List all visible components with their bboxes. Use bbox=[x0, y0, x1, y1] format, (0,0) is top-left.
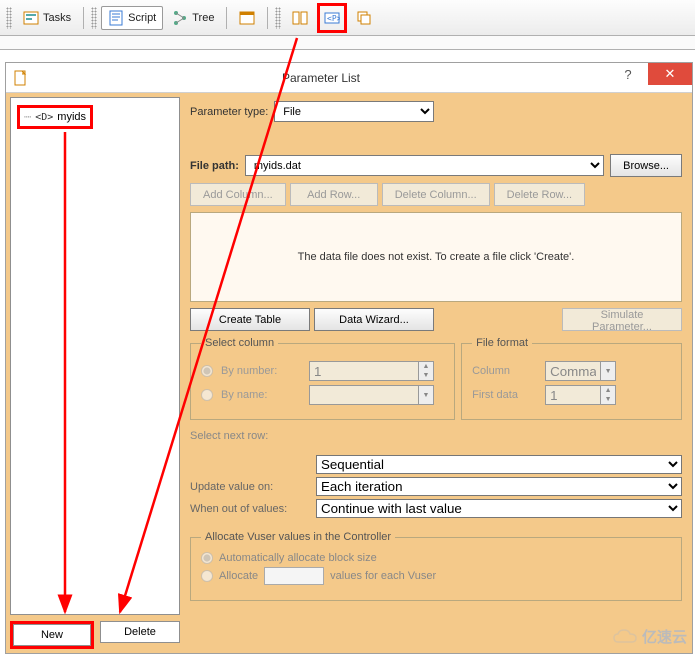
tasks-label: Tasks bbox=[43, 12, 71, 24]
toolbar-grip bbox=[275, 7, 281, 29]
next-row-select[interactable]: Sequential bbox=[316, 455, 682, 474]
file-path-label: File path: bbox=[190, 160, 239, 172]
tree-button[interactable]: Tree bbox=[165, 6, 221, 30]
main-toolbar: Tasks Script Tree <P> bbox=[0, 0, 695, 36]
add-row-button: Add Row... bbox=[290, 183, 378, 206]
separator bbox=[83, 7, 84, 29]
dialog-title: Parameter List bbox=[34, 71, 608, 85]
view-button-3[interactable] bbox=[349, 6, 379, 30]
by-name-input bbox=[309, 385, 419, 405]
parameter-list-toolbar-highlight: <P> bbox=[317, 3, 347, 33]
browse-button[interactable]: Browse... bbox=[610, 154, 682, 177]
delete-column-button: Delete Column... bbox=[382, 183, 490, 206]
param-type-label: Parameter type: bbox=[190, 106, 268, 118]
dropdown-icon: ▼ bbox=[419, 386, 433, 404]
allocate-legend: Allocate Vuser values in the Controller bbox=[201, 531, 395, 543]
manual-allocate-radio bbox=[201, 570, 213, 582]
tree-connector: ┈ bbox=[24, 110, 31, 124]
separator bbox=[267, 7, 268, 29]
close-button[interactable]: ✕ bbox=[648, 63, 692, 85]
data-msg: The data file does not exist. To create … bbox=[298, 251, 575, 263]
down-arrow-icon: ▼ bbox=[601, 395, 615, 404]
help-button[interactable]: ? bbox=[608, 63, 648, 85]
update-on-label: Update value on: bbox=[190, 481, 310, 493]
update-on-select[interactable]: Each iteration bbox=[316, 477, 682, 496]
up-arrow-icon: ▲ bbox=[601, 386, 615, 395]
select-next-row-label: Select next row: bbox=[190, 430, 682, 442]
file-format-fieldset: File format Column ▼ First data ▲▼ bbox=[461, 337, 682, 420]
parameter-list-button[interactable]: <P> bbox=[321, 6, 343, 30]
titlebar: Parameter List ? ✕ bbox=[6, 63, 692, 93]
create-table-button[interactable]: Create Table bbox=[190, 308, 310, 331]
new-button-highlight: New bbox=[10, 621, 94, 649]
param-tag-icon: <D> bbox=[35, 112, 53, 123]
by-number-spinner: ▲▼ bbox=[309, 361, 434, 381]
out-of-values-label: When out of values: bbox=[190, 503, 310, 515]
up-arrow-icon: ▲ bbox=[419, 362, 433, 371]
tree-icon bbox=[172, 10, 188, 26]
parameter-tree[interactable]: ┈ <D> myids bbox=[10, 97, 180, 615]
tasks-button[interactable]: Tasks bbox=[16, 6, 78, 30]
column-delimiter-select: ▼ bbox=[545, 361, 616, 381]
by-name-select: ▼ bbox=[309, 385, 434, 405]
allocate-qty-input bbox=[264, 567, 324, 585]
add-column-button: Add Column... bbox=[190, 183, 286, 206]
script-label: Script bbox=[128, 12, 156, 24]
data-wizard-button[interactable]: Data Wizard... bbox=[314, 308, 434, 331]
right-panel: Parameter type: File File path: myids.da… bbox=[184, 97, 688, 649]
new-button[interactable]: New bbox=[13, 624, 91, 646]
separator bbox=[226, 7, 227, 29]
manual-allocate-label: Allocate bbox=[219, 570, 258, 582]
parameter-list-dialog: Parameter List ? ✕ ┈ <D> myids New bbox=[5, 62, 693, 654]
dropdown-icon: ▼ bbox=[601, 362, 615, 380]
file-path-select[interactable]: myids.dat bbox=[245, 155, 604, 176]
select-column-legend: Select column bbox=[201, 337, 278, 349]
view-button-2[interactable] bbox=[285, 6, 315, 30]
toolbar-grip bbox=[91, 7, 97, 29]
sub-bar bbox=[0, 36, 695, 50]
script-button[interactable]: Script bbox=[101, 6, 163, 30]
copy-icon bbox=[356, 10, 372, 26]
by-number-radio bbox=[201, 365, 213, 377]
watermark: 亿速云 bbox=[612, 626, 687, 647]
delete-button[interactable]: Delete bbox=[100, 621, 180, 643]
delete-row-button: Delete Row... bbox=[494, 183, 585, 206]
parameter-name[interactable]: myids bbox=[57, 111, 86, 123]
parameter-item-highlight: ┈ <D> myids bbox=[17, 105, 93, 129]
auto-allocate-radio bbox=[201, 552, 213, 564]
file-format-legend: File format bbox=[472, 337, 532, 349]
auto-allocate-label: Automatically allocate block size bbox=[219, 552, 377, 564]
split-icon bbox=[292, 10, 308, 26]
column-delimiter-input bbox=[545, 361, 601, 381]
by-number-label: By number: bbox=[221, 365, 301, 377]
down-arrow-icon: ▼ bbox=[419, 371, 433, 380]
tasks-icon bbox=[23, 10, 39, 26]
toolbar-grip bbox=[6, 7, 12, 29]
param-icon: <P> bbox=[324, 10, 340, 26]
window-icon bbox=[239, 10, 255, 26]
dialog-icon bbox=[12, 70, 28, 86]
allocate-suffix: values for each Vuser bbox=[330, 570, 436, 582]
script-icon bbox=[108, 10, 124, 26]
param-type-select[interactable]: File bbox=[274, 101, 434, 122]
first-data-input bbox=[545, 385, 601, 405]
first-data-spinner: ▲▼ bbox=[545, 385, 616, 405]
tree-label: Tree bbox=[192, 12, 214, 24]
left-panel: ┈ <D> myids New Delete bbox=[10, 97, 180, 649]
column-label: Column bbox=[472, 365, 537, 377]
out-of-values-select[interactable]: Continue with last value bbox=[316, 499, 682, 518]
simulate-button: Simulate Parameter... bbox=[562, 308, 682, 331]
data-table-area: The data file does not exist. To create … bbox=[190, 212, 682, 302]
by-name-radio bbox=[201, 389, 213, 401]
select-column-fieldset: Select column By number: ▲▼ By name: bbox=[190, 337, 455, 420]
allocate-fieldset: Allocate Vuser values in the Controller … bbox=[190, 531, 682, 601]
view-button-1[interactable] bbox=[232, 6, 262, 30]
by-number-input bbox=[309, 361, 419, 381]
by-name-label: By name: bbox=[221, 389, 301, 401]
first-data-label: First data bbox=[472, 389, 537, 401]
svg-text:<P>: <P> bbox=[327, 14, 340, 23]
